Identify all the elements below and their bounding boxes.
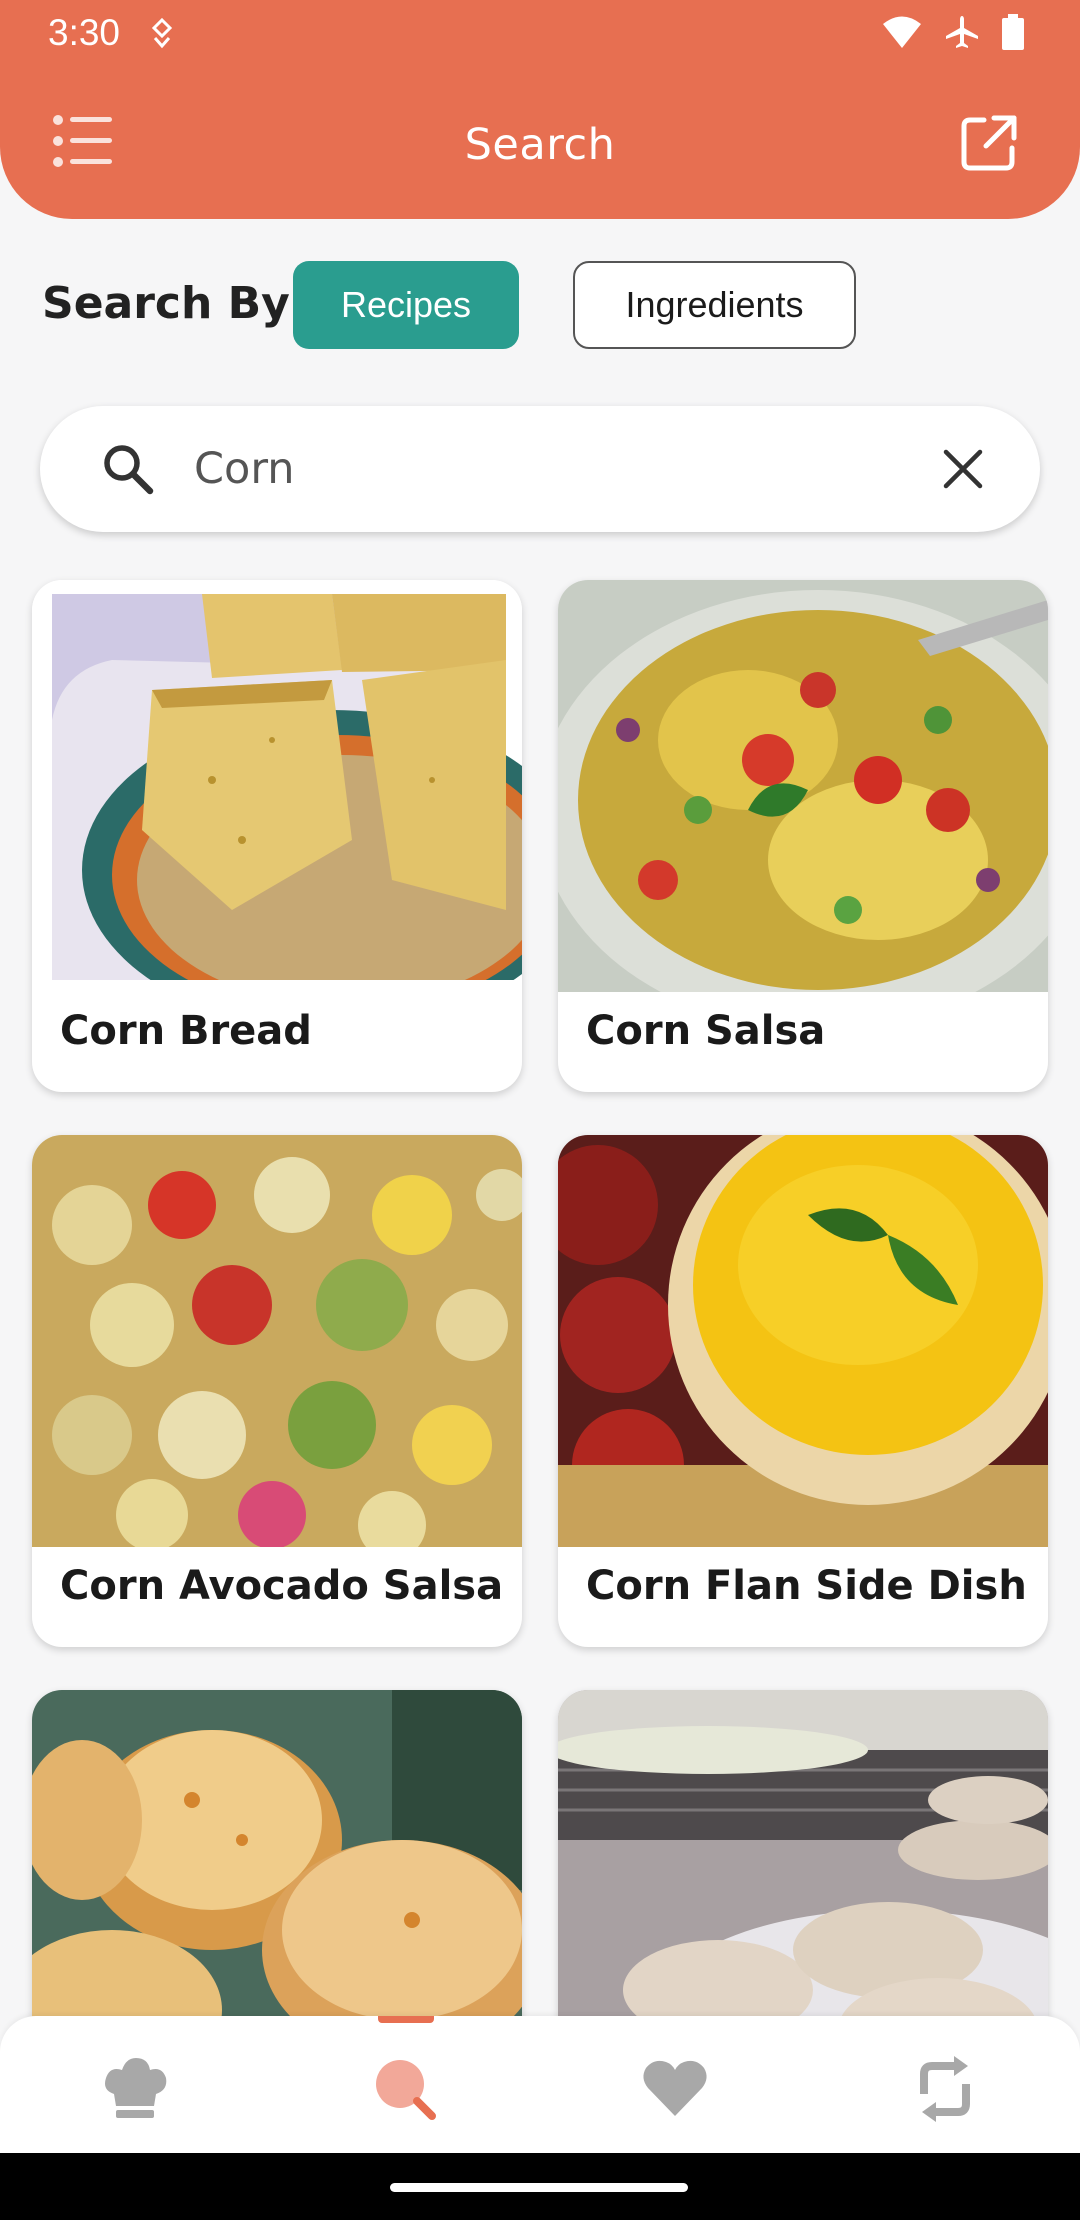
page-title: Search <box>464 120 616 170</box>
refresh-icon[interactable] <box>910 2054 980 2124</box>
wifi-icon <box>883 16 921 48</box>
active-tab-indicator <box>378 2016 434 2023</box>
status-icons <box>882 14 1024 50</box>
search-by-label: Search By: <box>42 278 308 329</box>
search-bar <box>40 406 1040 532</box>
recipe-image <box>32 1135 522 1547</box>
recipe-card[interactable]: Corn Avocado Salsa <box>32 1135 522 1647</box>
open-external-icon[interactable] <box>958 112 1020 174</box>
recipe-card[interactable]: Corn Bread <box>32 580 522 1092</box>
recipe-image <box>32 580 522 992</box>
recipe-card[interactable]: Corn Salsa <box>558 580 1048 1092</box>
bottom-navigation <box>0 2016 1080 2153</box>
chef-hat-icon[interactable] <box>100 2054 170 2124</box>
clear-search-icon[interactable] <box>938 444 988 494</box>
recipe-title: Corn Salsa <box>586 1008 826 1054</box>
ingredients-tab-button[interactable]: Ingredients <box>573 261 856 349</box>
recipe-title: Corn Flan Side Dish <box>586 1563 1027 1609</box>
recipe-image <box>558 580 1048 992</box>
search-icon[interactable] <box>370 2054 440 2124</box>
recipe-title: Corn Bread <box>60 1008 312 1054</box>
status-time: 3:30 <box>48 12 121 53</box>
recipes-tab-button[interactable]: Recipes <box>293 261 519 349</box>
recipe-image <box>558 1135 1048 1547</box>
airplane-icon <box>946 16 978 48</box>
heart-icon[interactable] <box>640 2054 710 2124</box>
battery-icon <box>1002 14 1024 50</box>
search-input[interactable] <box>194 434 934 504</box>
recipe-card[interactable]: Corn Flan Side Dish <box>558 1135 1048 1647</box>
recipe-title: Corn Avocado Salsa <box>60 1563 504 1609</box>
app-screen: 3:30 Search Search By: Recipes Ingredien… <box>0 0 1080 2220</box>
search-icon <box>104 445 154 495</box>
notification-icon <box>151 17 173 49</box>
app-header: 3:30 Search <box>0 0 1080 219</box>
home-gesture-handle[interactable] <box>390 2183 688 2192</box>
